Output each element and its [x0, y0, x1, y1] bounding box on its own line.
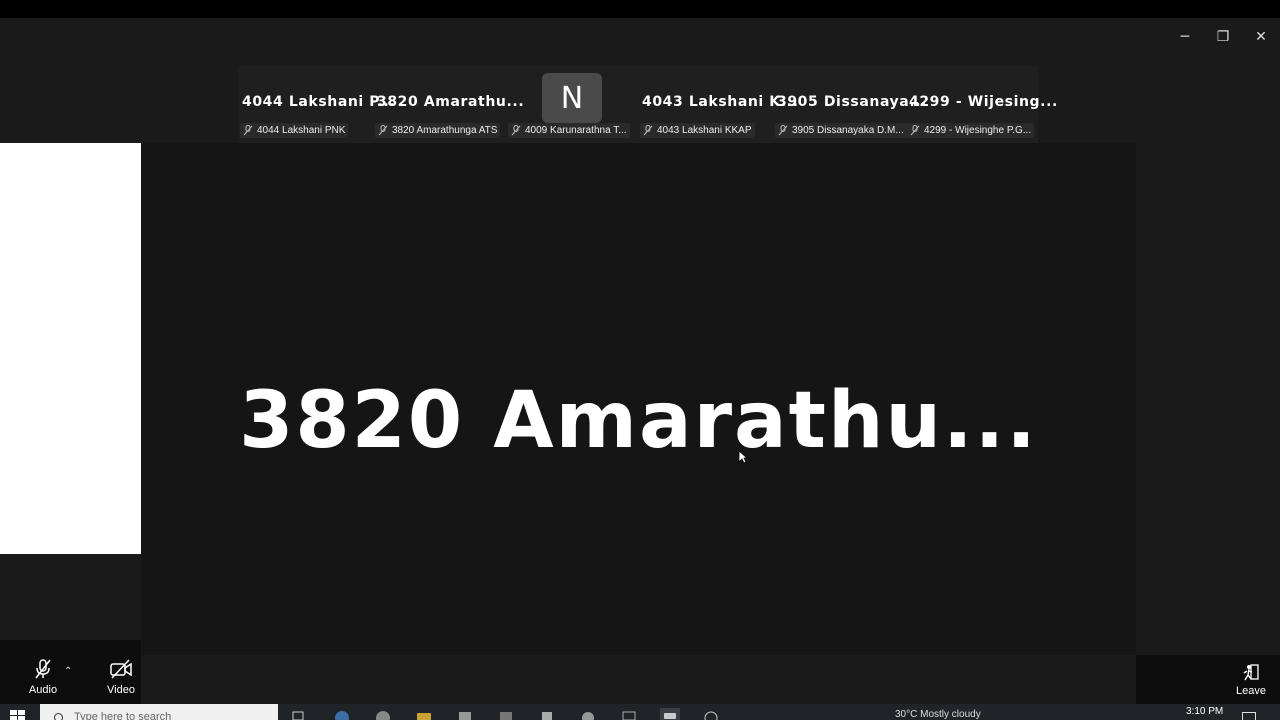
weather-tray[interactable]: 30°C Mostly cloudy: [895, 709, 981, 720]
app-icon[interactable]: [578, 708, 598, 720]
participant-label: 3905 Dissanayaka D.M...: [775, 123, 907, 138]
restore-button[interactable]: ❐: [1204, 18, 1242, 56]
taskbar-clock[interactable]: 3:10 PM: [1186, 706, 1223, 717]
taskbar-search-box[interactable]: Type here to search: [40, 704, 278, 720]
search-placeholder: Type here to search: [74, 711, 172, 720]
audio-options-chevron-icon[interactable]: ⌃: [64, 666, 72, 677]
participant-label-text: 4009 Karunarathna T...: [525, 125, 627, 136]
participant-tile[interactable]: 4043 Lakshani K... 4043 Lakshani KKAP: [638, 66, 798, 142]
close-button[interactable]: ✕: [1242, 18, 1280, 56]
video-label: Video: [107, 684, 135, 696]
participant-tile[interactable]: 3820 Amarathu... 3820 Amarathunga ATS: [373, 66, 524, 142]
leave-icon: [1243, 664, 1259, 681]
active-speaker-view[interactable]: 3820 Amarathu...: [141, 143, 1136, 655]
participant-label: 4299 - Wijesinghe P.G...: [907, 123, 1035, 138]
app-icon[interactable]: [496, 708, 516, 720]
participant-label: 4043 Lakshani KKAP: [640, 123, 755, 138]
shared-content-panel: [0, 143, 141, 554]
video-button[interactable]: Video: [91, 644, 151, 702]
muted-mic-icon: [378, 125, 388, 136]
video-off-icon: [110, 659, 132, 679]
edge-browser-icon[interactable]: [332, 708, 352, 720]
windows-taskbar: Type here to search 30°C Mostly cloudy 3…: [0, 704, 1280, 720]
chrome-icon[interactable]: [373, 708, 393, 720]
meeting-controls: Audio ⌃ Video: [0, 640, 141, 704]
participant-label: 4009 Karunarathna T...: [508, 123, 630, 138]
windows-start-icon[interactable]: [10, 710, 26, 720]
file-explorer-icon[interactable]: [414, 708, 434, 720]
muted-mic-icon: [243, 125, 253, 136]
app-icon[interactable]: [701, 708, 721, 720]
participant-label-text: 4044 Lakshani PNK: [257, 125, 346, 136]
muted-mic-icon: [643, 125, 653, 136]
muted-mic-icon: [910, 125, 920, 136]
minimize-button[interactable]: ─: [1166, 18, 1204, 56]
search-icon: [54, 713, 63, 720]
participant-tile[interactable]: 3905 Dissanaya... 3905 Dissanayaka D.M..…: [773, 66, 926, 142]
active-speaker-name: 3820 Amarathu...: [239, 376, 1038, 466]
calculator-icon[interactable]: [537, 708, 557, 720]
notification-icon[interactable]: [1242, 712, 1256, 720]
participant-label-text: 4043 Lakshani KKAP: [657, 125, 752, 136]
leave-button[interactable]: Leave: [1236, 663, 1266, 697]
store-icon[interactable]: [455, 708, 475, 720]
mouse-cursor-icon: [738, 450, 748, 464]
leave-area: Leave: [1136, 655, 1280, 704]
participant-strip: 4044 Lakshani P... 4044 Lakshani PNK 382…: [238, 66, 1057, 144]
participant-label-text: 3820 Amarathunga ATS: [392, 125, 498, 136]
muted-mic-icon: [35, 659, 51, 679]
participant-tile[interactable]: 4299 - Wijesing... 4299 - Wijesinghe P.G…: [905, 66, 1057, 142]
participant-label: 3820 Amarathunga ATS: [375, 123, 501, 138]
participant-avatar: N: [542, 73, 602, 123]
participant-label: 4044 Lakshani PNK: [240, 123, 349, 138]
participant-tile[interactable]: 4044 Lakshani P... 4044 Lakshani PNK: [238, 66, 395, 142]
task-view-icon[interactable]: [290, 708, 310, 720]
zoom-app-icon[interactable]: [660, 708, 680, 720]
participant-name: 4299 - Wijesing...: [909, 94, 1058, 110]
app-icon[interactable]: [619, 708, 639, 720]
participant-name: 3820 Amarathu...: [377, 94, 525, 110]
leave-label: Leave: [1236, 685, 1266, 697]
muted-mic-icon: [778, 125, 788, 136]
participant-label-text: 3905 Dissanayaka D.M...: [792, 125, 904, 136]
participant-label-text: 4299 - Wijesinghe P.G...: [924, 125, 1032, 136]
title-bar: ─ ❐ ✕: [0, 18, 1280, 56]
zoom-meeting-window: ─ ❐ ✕ 4044 Lakshani P... 4044 Lakshani P…: [0, 18, 1280, 704]
audio-label: Audio: [28, 684, 58, 696]
muted-mic-icon: [511, 125, 521, 136]
